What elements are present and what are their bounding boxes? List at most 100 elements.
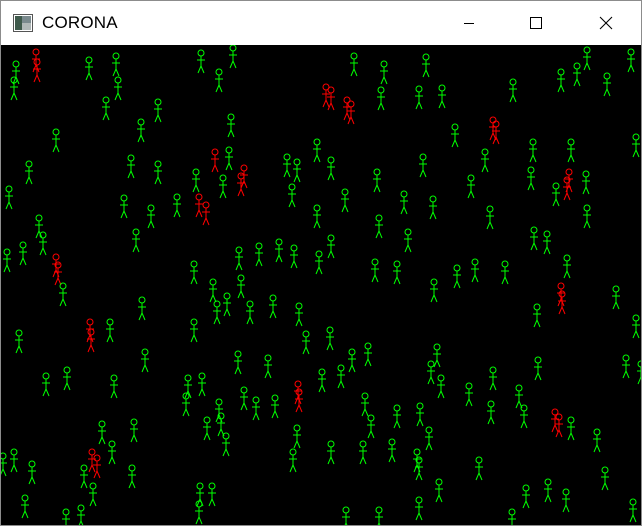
healthy-person xyxy=(313,138,321,163)
healthy-person xyxy=(629,498,637,523)
healthy-person xyxy=(147,204,155,229)
healthy-person xyxy=(39,231,47,256)
healthy-person xyxy=(77,504,85,525)
healthy-person xyxy=(1,452,7,477)
healthy-person xyxy=(359,440,367,465)
healthy-person xyxy=(471,258,479,283)
infected-person xyxy=(563,176,571,201)
healthy-person xyxy=(269,294,277,319)
healthy-person xyxy=(544,478,552,503)
healthy-person xyxy=(567,138,575,163)
healthy-person xyxy=(627,48,635,73)
healthy-person xyxy=(429,195,437,220)
minimize-icon xyxy=(464,23,474,24)
healthy-person xyxy=(342,506,350,525)
healthy-person xyxy=(132,228,140,253)
healthy-person xyxy=(173,193,181,218)
healthy-person xyxy=(302,330,310,355)
healthy-person xyxy=(583,46,591,71)
healthy-person xyxy=(520,404,528,429)
healthy-person xyxy=(5,185,13,210)
healthy-person xyxy=(154,160,162,185)
healthy-person xyxy=(481,148,489,173)
healthy-person xyxy=(98,420,106,445)
healthy-person xyxy=(583,204,591,229)
healthy-person xyxy=(196,482,204,507)
healthy-person xyxy=(229,45,237,69)
infected-person xyxy=(211,148,219,173)
healthy-person xyxy=(21,494,29,519)
healthy-person xyxy=(400,190,408,215)
healthy-person xyxy=(246,300,254,325)
infected-person xyxy=(551,408,559,433)
healthy-person xyxy=(373,168,381,193)
infected-person xyxy=(52,253,60,278)
healthy-person xyxy=(12,60,20,85)
healthy-person xyxy=(422,53,430,78)
healthy-person xyxy=(337,364,345,389)
healthy-person xyxy=(283,153,291,178)
healthy-person xyxy=(486,205,494,230)
healthy-person xyxy=(293,158,301,183)
healthy-person xyxy=(593,428,601,453)
healthy-person xyxy=(264,354,272,379)
infected-person xyxy=(54,261,62,286)
healthy-person xyxy=(451,123,459,148)
healthy-person xyxy=(203,416,211,441)
maximize-button[interactable] xyxy=(513,1,559,45)
infected-person xyxy=(237,172,245,197)
healthy-person xyxy=(154,98,162,123)
healthy-person xyxy=(380,60,388,85)
healthy-person xyxy=(255,242,263,267)
healthy-person xyxy=(227,113,235,138)
healthy-person xyxy=(128,464,136,489)
infected-person xyxy=(294,380,302,405)
healthy-person xyxy=(361,392,369,417)
healthy-person xyxy=(582,170,590,195)
healthy-person xyxy=(215,68,223,93)
healthy-person xyxy=(217,412,225,437)
healthy-person xyxy=(141,348,149,373)
healthy-person xyxy=(293,424,301,449)
healthy-person xyxy=(326,326,334,351)
healthy-person xyxy=(28,460,36,485)
title-bar[interactable]: CORONA xyxy=(1,1,641,45)
infected-person xyxy=(93,454,101,479)
healthy-person xyxy=(508,508,516,525)
healthy-person xyxy=(137,118,145,143)
healthy-person xyxy=(563,254,571,279)
healthy-person xyxy=(552,182,560,207)
maximize-icon xyxy=(530,17,542,29)
healthy-person xyxy=(275,238,283,263)
healthy-person xyxy=(377,86,385,111)
healthy-person xyxy=(557,68,565,93)
healthy-person xyxy=(573,62,581,87)
healthy-person xyxy=(190,260,198,285)
healthy-person xyxy=(252,396,260,421)
simulation-canvas[interactable] xyxy=(1,45,641,525)
healthy-person xyxy=(120,194,128,219)
healthy-person xyxy=(3,248,11,273)
infected-person xyxy=(202,201,210,226)
healthy-person xyxy=(271,394,279,419)
healthy-person xyxy=(102,96,110,121)
healthy-person xyxy=(213,300,221,325)
healthy-person xyxy=(208,482,216,507)
healthy-person xyxy=(62,508,70,525)
infected-person xyxy=(343,96,351,121)
healthy-person xyxy=(209,278,217,303)
close-button[interactable] xyxy=(583,1,629,45)
infected-person xyxy=(557,282,565,307)
healthy-person xyxy=(601,466,609,491)
healthy-person xyxy=(430,278,438,303)
healthy-person xyxy=(290,244,298,269)
healthy-person xyxy=(295,302,303,327)
healthy-person xyxy=(533,303,541,328)
window-title: CORONA xyxy=(42,13,118,32)
healthy-person xyxy=(465,382,473,407)
healthy-person xyxy=(235,246,243,271)
app-icon[interactable] xyxy=(13,14,33,32)
minimize-button[interactable] xyxy=(446,1,492,45)
healthy-person xyxy=(413,448,421,473)
healthy-person xyxy=(219,174,227,199)
